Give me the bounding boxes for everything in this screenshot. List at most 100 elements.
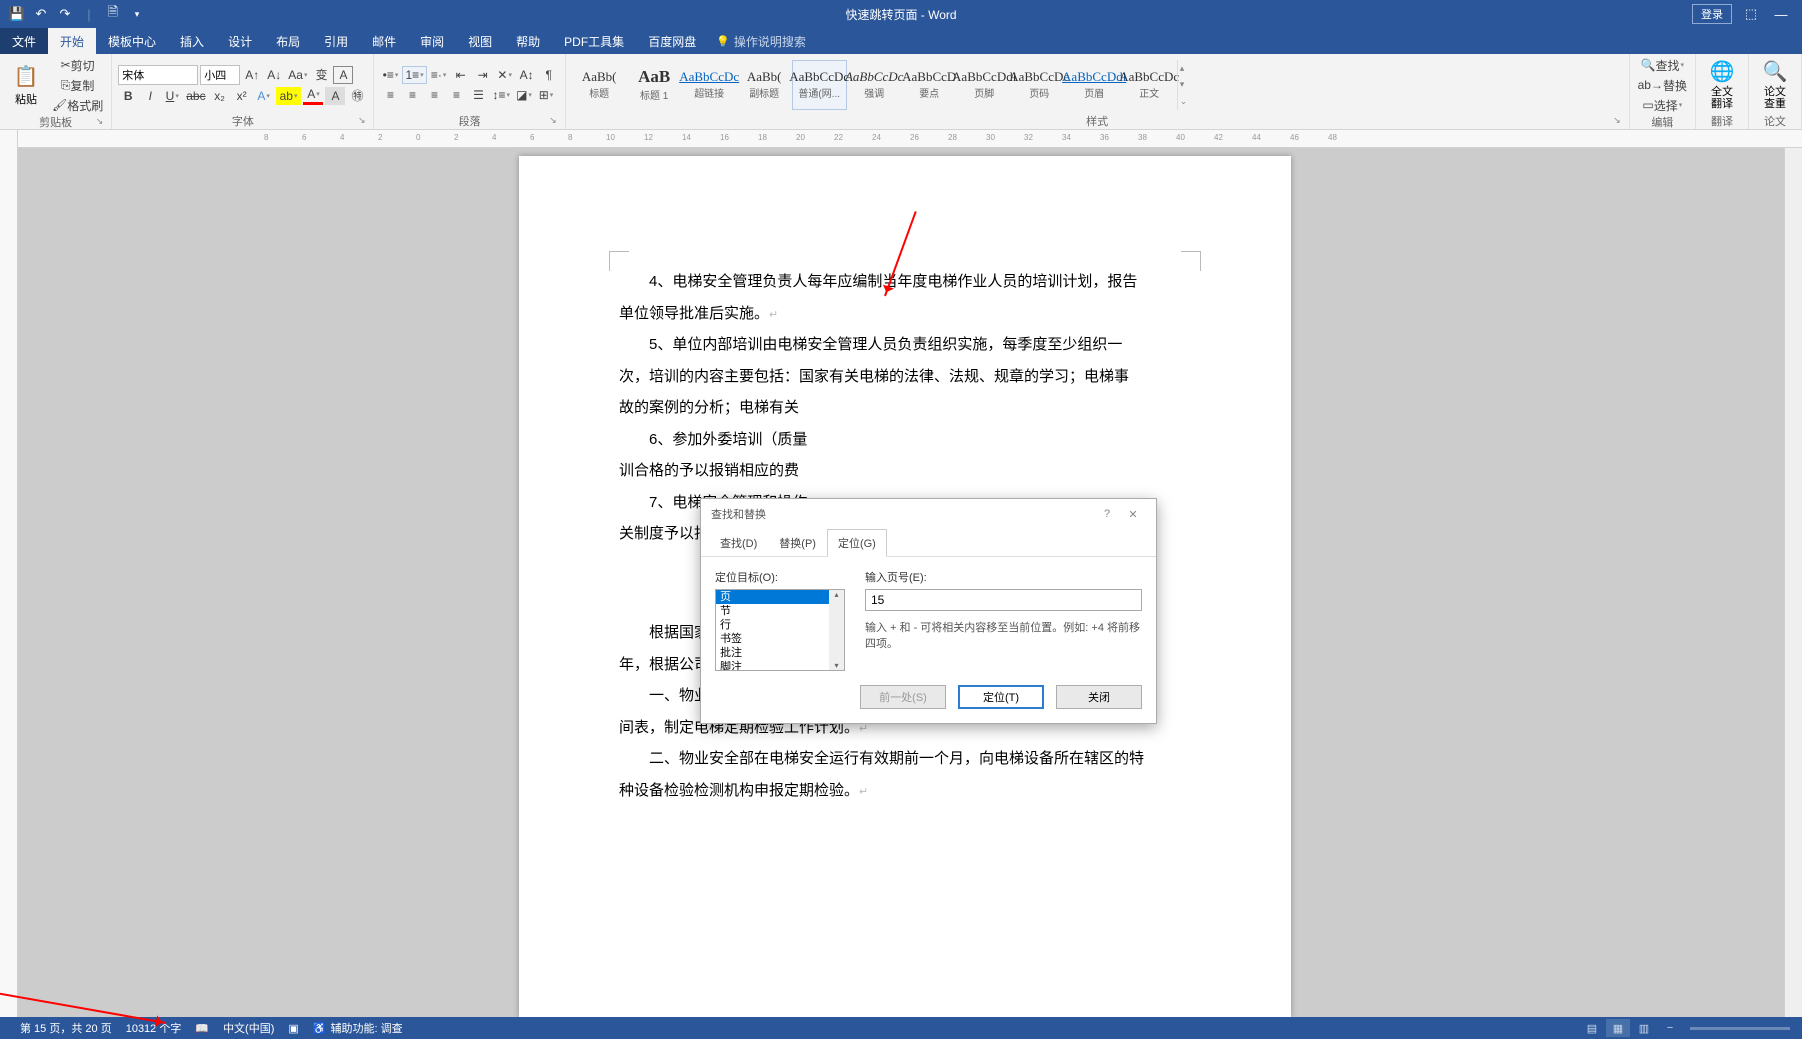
style-tile[interactable]: AaBbCcDdl页脚 <box>957 60 1012 110</box>
tab-view[interactable]: 视图 <box>456 28 504 54</box>
login-button[interactable]: 登录 <box>1692 4 1732 24</box>
style-tile[interactable]: AaB标题 1 <box>627 60 682 110</box>
replace-button[interactable]: ab→ 替换 <box>1636 76 1689 94</box>
tab-baidu[interactable]: 百度网盘 <box>636 28 708 54</box>
goto-target-listbox[interactable]: 页 节 行 书签 批注 脚注 ▴▾ <box>715 589 845 671</box>
tell-me-search[interactable]: 操作说明搜索 <box>708 28 814 54</box>
font-color-button[interactable]: A <box>303 87 323 105</box>
page-count[interactable]: 第 15 页，共 20 页 <box>20 1020 112 1036</box>
increase-indent-button[interactable]: ⇥ <box>473 66 493 84</box>
style-tile[interactable]: AaBb(标题 <box>572 60 627 110</box>
style-tile[interactable]: AaBbCcDc超链接 <box>682 60 737 110</box>
read-mode-icon[interactable]: ▤ <box>1580 1019 1604 1037</box>
tab-references[interactable]: 引用 <box>312 28 360 54</box>
select-button[interactable]: ▭ 选择 <box>1636 96 1689 114</box>
sort-button[interactable]: A↕ <box>517 66 537 84</box>
qat-more-icon[interactable]: ▾ <box>126 3 148 25</box>
vertical-ruler[interactable] <box>0 130 18 1017</box>
dialog-help-icon[interactable]: ? <box>1094 508 1120 520</box>
list-item[interactable]: 书签 <box>716 632 844 646</box>
tab-insert[interactable]: 插入 <box>168 28 216 54</box>
align-right-button[interactable]: ≡ <box>424 86 444 104</box>
subscript-button[interactable]: x₂ <box>210 87 230 105</box>
styles-more-icon[interactable]: ▴ <box>1180 63 1188 74</box>
shading-button[interactable]: ◪ <box>514 86 534 104</box>
styles-more-icon[interactable]: ⌄ <box>1180 96 1188 107</box>
tab-find[interactable]: 查找(D) <box>709 529 768 556</box>
decrease-indent-button[interactable]: ⇤ <box>451 66 471 84</box>
print-preview-icon[interactable]: 🗎 <box>102 3 124 25</box>
web-layout-icon[interactable]: ▥ <box>1632 1019 1656 1037</box>
show-marks-button[interactable]: ¶ <box>539 66 559 84</box>
goto-button[interactable]: 定位(T) <box>958 685 1044 709</box>
superscript-button[interactable]: x² <box>232 87 252 105</box>
bullets-button[interactable]: •≡ <box>380 66 400 84</box>
style-tile[interactable]: AaBbCcDc普通(网... <box>792 60 847 110</box>
change-case-button[interactable]: Aa <box>286 66 309 84</box>
line-spacing-button[interactable]: ↕≡ <box>490 86 512 104</box>
list-item[interactable]: 行 <box>716 618 844 632</box>
font-name-combo[interactable] <box>118 65 198 85</box>
borders-button[interactable]: ⊞ <box>536 86 556 104</box>
listbox-scrollbar[interactable]: ▴▾ <box>829 590 844 670</box>
highlight-button[interactable]: ab <box>276 87 302 105</box>
word-count[interactable]: 10312 个字 <box>126 1020 182 1036</box>
style-tile[interactable]: AaBbCcD要点 <box>902 60 957 110</box>
spell-check-icon[interactable]: 📖 <box>195 1022 209 1035</box>
find-button[interactable]: 🔍 查找 <box>1636 56 1689 74</box>
distribute-button[interactable]: ☰ <box>468 86 488 104</box>
vertical-scrollbar[interactable] <box>1784 148 1802 1017</box>
list-item[interactable]: 批注 <box>716 646 844 660</box>
full-translate-button[interactable]: 🌐 全文 翻译 <box>1702 57 1742 113</box>
styles-dialog-icon[interactable]: ↘ <box>1613 115 1621 126</box>
paste-button[interactable]: 📋 粘贴 <box>6 57 46 113</box>
tab-pdf[interactable]: PDF工具集 <box>552 28 636 54</box>
strikethrough-button[interactable]: abc <box>184 87 207 105</box>
tab-design[interactable]: 设计 <box>216 28 264 54</box>
tab-templates[interactable]: 模板中心 <box>96 28 168 54</box>
tab-review[interactable]: 审阅 <box>408 28 456 54</box>
clipboard-dialog-icon[interactable]: ↘ <box>96 116 104 127</box>
print-layout-icon[interactable]: ▦ <box>1606 1019 1630 1037</box>
font-dialog-icon[interactable]: ↘ <box>358 115 366 126</box>
text-effects-button[interactable]: A <box>254 87 274 105</box>
copy-button[interactable]: ⎘ 复制 <box>50 76 105 94</box>
minimize-icon[interactable]: — <box>1770 7 1792 22</box>
justify-button[interactable]: ≡ <box>446 86 466 104</box>
list-item[interactable]: 页 <box>716 590 844 604</box>
previous-button[interactable]: 前一处(S) <box>860 685 946 709</box>
page-number-input[interactable] <box>865 589 1142 611</box>
zoom-slider[interactable] <box>1690 1027 1790 1030</box>
language[interactable]: 中文(中国) <box>223 1020 274 1036</box>
ribbon-options-icon[interactable]: ⬚ <box>1740 6 1762 22</box>
tab-replace[interactable]: 替换(P) <box>768 529 827 556</box>
styles-more-icon[interactable]: ▾ <box>1180 79 1188 90</box>
bold-button[interactable]: B <box>118 87 138 105</box>
tab-goto[interactable]: 定位(G) <box>827 529 887 557</box>
dialog-close-icon[interactable]: ✕ <box>1120 508 1146 521</box>
close-button[interactable]: 关闭 <box>1056 685 1142 709</box>
paragraph-dialog-icon[interactable]: ↘ <box>549 115 557 126</box>
style-tile[interactable]: AaBbCcDc正文 <box>1122 60 1177 110</box>
underline-button[interactable]: U <box>162 87 182 105</box>
style-tile[interactable]: AaBbCcDdl页眉 <box>1067 60 1122 110</box>
shrink-font-button[interactable]: A↓ <box>264 66 284 84</box>
macro-icon[interactable]: ▣ <box>288 1022 298 1035</box>
numbering-button[interactable]: 1≡ <box>402 66 426 84</box>
tab-mailings[interactable]: 邮件 <box>360 28 408 54</box>
zoom-out-icon[interactable]: − <box>1658 1019 1682 1037</box>
cut-button[interactable]: ✂ 剪切 <box>50 56 105 74</box>
font-size-combo[interactable] <box>200 65 240 85</box>
tab-layout[interactable]: 布局 <box>264 28 312 54</box>
save-icon[interactable]: 💾 <box>6 3 28 25</box>
list-item[interactable]: 节 <box>716 604 844 618</box>
style-tile[interactable]: AaBbCcDc页码 <box>1012 60 1067 110</box>
accessibility[interactable]: ♿ 辅助功能: 调查 <box>313 1020 403 1036</box>
tab-file[interactable]: 文件 <box>0 28 48 54</box>
char-shading-button[interactable]: A <box>325 87 345 105</box>
phonetic-guide-button[interactable]: 变 <box>311 66 331 84</box>
undo-icon[interactable]: ↶ <box>30 3 52 25</box>
char-border-button[interactable]: A <box>333 66 353 84</box>
redo-icon[interactable]: ↷ <box>54 3 76 25</box>
tab-help[interactable]: 帮助 <box>504 28 552 54</box>
